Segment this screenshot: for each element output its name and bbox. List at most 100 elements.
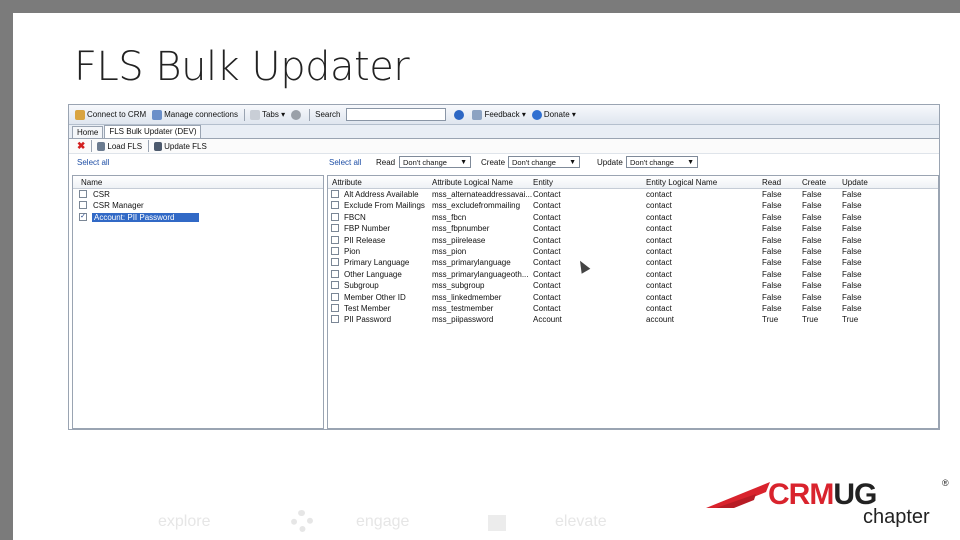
table-cell: False	[842, 258, 862, 268]
checkbox[interactable]	[331, 258, 339, 267]
plug-icon	[75, 109, 85, 120]
list-item-label: Account: PII Password	[92, 212, 199, 222]
right-select-all-link[interactable]: Select all	[329, 158, 361, 167]
table-cell: False	[762, 281, 782, 291]
checkbox[interactable]	[331, 235, 339, 244]
table-cell: Contact	[533, 201, 561, 211]
column-header[interactable]: Entity	[533, 178, 553, 187]
table-row[interactable]: FBCN mss_fbcn Contact contact False False Fals…	[328, 212, 938, 223]
slide-frame-left	[0, 0, 13, 540]
table-row[interactable]: Member Other ID mss_linkedmember Contact co…	[328, 292, 938, 303]
table-cell: Contact	[533, 235, 561, 245]
table-cell: account	[646, 315, 675, 325]
checkbox[interactable]: ✓	[79, 212, 87, 221]
checkbox[interactable]	[331, 315, 339, 324]
save-icon	[154, 141, 163, 151]
close-tab-button[interactable]: ✖	[77, 141, 85, 152]
table-cell: Contact	[533, 303, 561, 313]
column-header[interactable]: Create	[802, 178, 826, 187]
create-select[interactable]: Don't change ▼	[508, 156, 580, 168]
connections-icon	[152, 109, 163, 120]
table-cell: False	[762, 224, 782, 234]
table-row[interactable]: Test Member mss_testmember Contact contact F…	[328, 303, 938, 314]
table-cell: contact	[646, 246, 672, 256]
checkbox[interactable]	[79, 201, 87, 210]
table-cell: False	[802, 201, 822, 211]
read-select[interactable]: Don't change ▼	[399, 156, 471, 168]
search-input[interactable]	[346, 108, 447, 121]
table-cell: False	[762, 201, 782, 211]
column-header[interactable]: Entity Logical Name	[646, 178, 717, 187]
table-cell: contact	[646, 303, 672, 313]
toolbar-separator	[243, 108, 245, 121]
column-header[interactable]: Attribute	[332, 178, 362, 187]
table-cell: False	[762, 303, 782, 313]
slide-title: FLS Bulk Updater	[74, 44, 410, 90]
table-row[interactable]: FBP Number mss_fbpnumber Contact contact Fal…	[328, 223, 938, 234]
slide-footer: explore engage elevate	[0, 505, 700, 540]
column-header-name[interactable]: Name	[81, 178, 102, 187]
help-button[interactable]	[454, 109, 466, 120]
load-fls-button[interactable]: Load FLS	[97, 141, 142, 151]
table-cell: Contact	[533, 292, 561, 302]
table-cell: Contact	[533, 269, 561, 279]
slide-frame-top	[0, 0, 960, 13]
table-row[interactable]: Subgroup mss_subgroup Contact contact False F…	[328, 280, 938, 291]
list-item[interactable]: CSR	[73, 189, 323, 200]
checkbox[interactable]	[331, 292, 339, 301]
table-cell: Account	[533, 315, 562, 325]
table-cell: contact	[646, 235, 672, 245]
tab-home[interactable]: Home	[72, 126, 104, 138]
table-row[interactable]: Exclude From Mailings mss_excludefrommail…	[328, 200, 938, 211]
table-row[interactable]: Pion mss_pion Contact contact False False Fals…	[328, 246, 938, 257]
table-cell: False	[842, 201, 862, 211]
gear-icon	[291, 510, 313, 532]
table-cell: Pion	[344, 246, 361, 256]
column-header[interactable]: Read	[762, 178, 781, 187]
column-header[interactable]: Attribute Logical Name	[432, 178, 513, 187]
update-select[interactable]: Don't change ▼	[626, 156, 698, 168]
checkbox[interactable]	[331, 303, 339, 312]
checkbox[interactable]	[331, 224, 339, 233]
checkbox[interactable]	[331, 281, 339, 290]
manage-connections-button[interactable]: Manage connections	[152, 109, 238, 120]
table-cell: False	[802, 292, 822, 302]
table-cell: False	[802, 303, 822, 313]
list-item[interactable]: ✓ Account: PII Password	[73, 212, 323, 223]
help-icon	[454, 109, 465, 120]
table-row[interactable]: PII Password mss_piipassword Account accoun…	[328, 314, 938, 325]
checkbox[interactable]	[331, 212, 339, 221]
table-cell: False	[842, 224, 862, 234]
table-cell: Contact	[533, 212, 561, 222]
settings-button[interactable]	[291, 109, 303, 120]
update-fls-button[interactable]: Update FLS	[154, 141, 207, 151]
feedback-button[interactable]: Feedback ▾	[472, 109, 526, 120]
checkbox[interactable]	[331, 269, 339, 278]
column-header[interactable]: Update	[842, 178, 868, 187]
table-cell: Member Other ID	[344, 292, 406, 302]
checkbox[interactable]	[79, 190, 87, 198]
logo-registered-mark: ®	[942, 478, 949, 488]
checkbox[interactable]	[331, 190, 339, 198]
table-cell: FBCN	[344, 212, 366, 222]
table-cell: False	[842, 303, 862, 313]
table-row[interactable]: Other Language mss_primarylanguageoth... C…	[328, 269, 938, 280]
gear-icon	[291, 109, 302, 120]
table-row[interactable]: PII Release mss_piirelease Contact contact F…	[328, 235, 938, 246]
list-item[interactable]: CSR Manager	[73, 200, 323, 211]
donate-button[interactable]: Donate ▾	[531, 109, 576, 120]
table-cell: False	[802, 258, 822, 268]
table-cell: mss_fbpnumber	[432, 224, 490, 234]
table-cell: contact	[646, 292, 672, 302]
tabs-button[interactable]: Tabs ▾	[249, 109, 285, 120]
table-cell: Contact	[533, 190, 561, 199]
checkbox[interactable]	[331, 201, 339, 210]
table-cell: Subgroup	[344, 281, 379, 291]
table-row[interactable]: Primary Language mss_primarylanguage Conta…	[328, 257, 938, 268]
table-row[interactable]: Alt Address Available mss_alternateaddres…	[328, 189, 938, 200]
checkbox[interactable]	[331, 246, 339, 255]
tab-fls-bulk-updater[interactable]: FLS Bulk Updater (DEV)	[104, 125, 202, 138]
connect-button[interactable]: Connect to CRM	[75, 109, 146, 120]
left-select-all-link[interactable]: Select all	[77, 158, 109, 167]
table-cell: mss_piirelease	[432, 235, 486, 245]
